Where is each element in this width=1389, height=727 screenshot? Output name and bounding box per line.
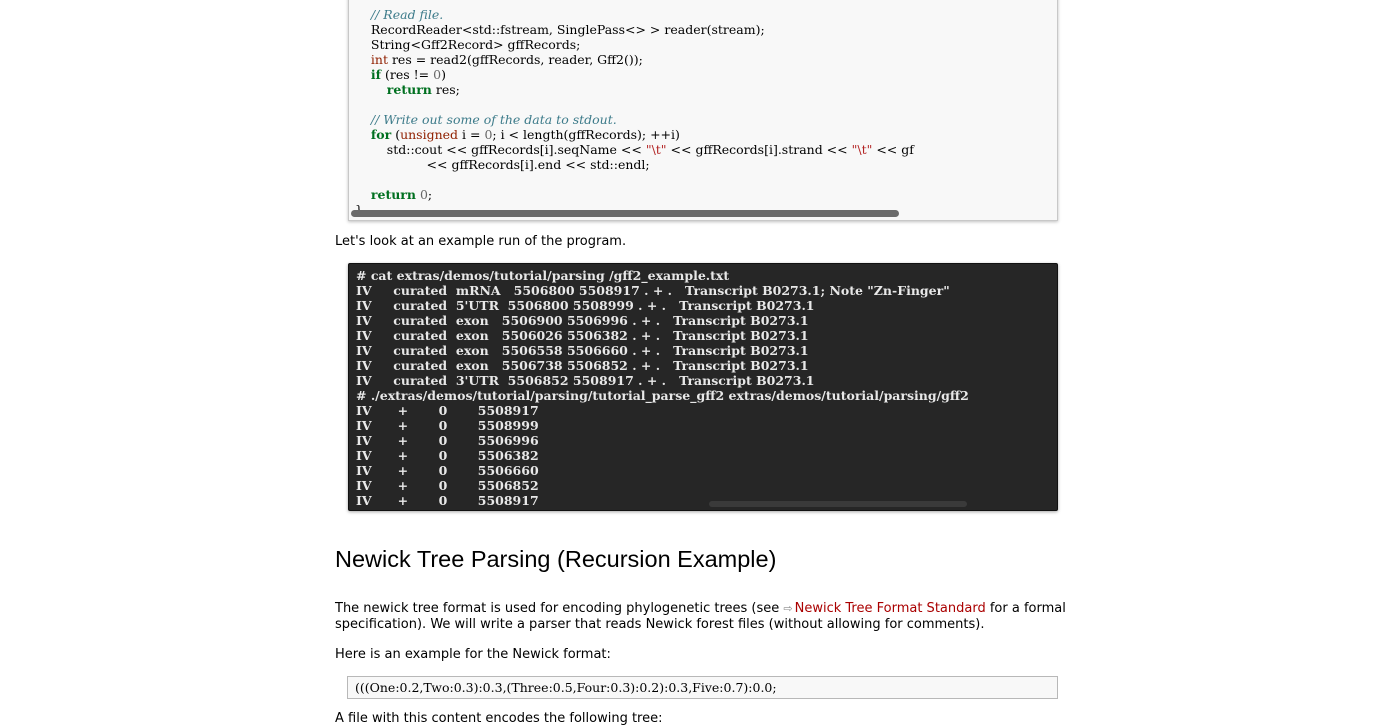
newick-example-text: (((One:0.2,Two:0.3):0.3,(Three:0.5,Four:… <box>355 680 777 695</box>
code-line: return res; <box>386 82 460 97</box>
section-heading: Newick Tree Parsing (Recursion Example) <box>335 546 777 572</box>
code-line: for (unsigned i = 0; i < length(gffRecor… <box>370 127 680 142</box>
external-link-icon: ⇨ <box>783 602 793 615</box>
code-line: << gffRecords[i].end << std::endl; <box>355 157 650 172</box>
code-line: RecordReader<std::fstream, SinglePass<> … <box>355 22 765 37</box>
code-line: return 0; <box>370 187 433 202</box>
code-line: if (res != 0) <box>370 67 446 82</box>
horizontal-scrollbar[interactable] <box>351 210 899 217</box>
link-text: Newick Tree Format Standard <box>794 601 986 616</box>
code-block-cpp: // Read file. RecordReader<std::fstream,… <box>348 0 1058 221</box>
code-line: // Read file. <box>370 7 444 22</box>
horizontal-scrollbar[interactable] <box>709 501 967 507</box>
code-line: // Write out some of the data to stdout. <box>370 112 617 127</box>
terminal-output: # cat extras/demos/tutorial/parsing /gff… <box>348 263 1058 511</box>
code-line: String<Gff2Record> gffRecords; <box>355 37 581 52</box>
tree-intro-text: A file with this content encodes the fol… <box>335 711 663 726</box>
code-line: std::cout << gffRecords[i].seqName << "\… <box>355 142 914 157</box>
newick-standard-link[interactable]: ⇨ Newick Tree Format Standard <box>783 601 985 616</box>
terminal-output-text: # cat extras/demos/tutorial/parsing /gff… <box>356 268 969 508</box>
newick-example-intro: Here is an example for the Newick format… <box>335 647 611 662</box>
intro-run-text: Let's look at an example run of the prog… <box>335 234 627 249</box>
code-block-cpp-text: // Read file. RecordReader<std::fstream,… <box>355 7 914 217</box>
newick-intro-paragraph: The newick tree format is used for encod… <box>335 601 1075 633</box>
newick-example-code: (((One:0.2,Two:0.3):0.3,(Three:0.5,Four:… <box>347 676 1058 699</box>
paragraph-text: The newick tree format is used for encod… <box>335 601 784 616</box>
code-line: int res = read2(gffRecords, reader, Gff2… <box>370 52 643 67</box>
